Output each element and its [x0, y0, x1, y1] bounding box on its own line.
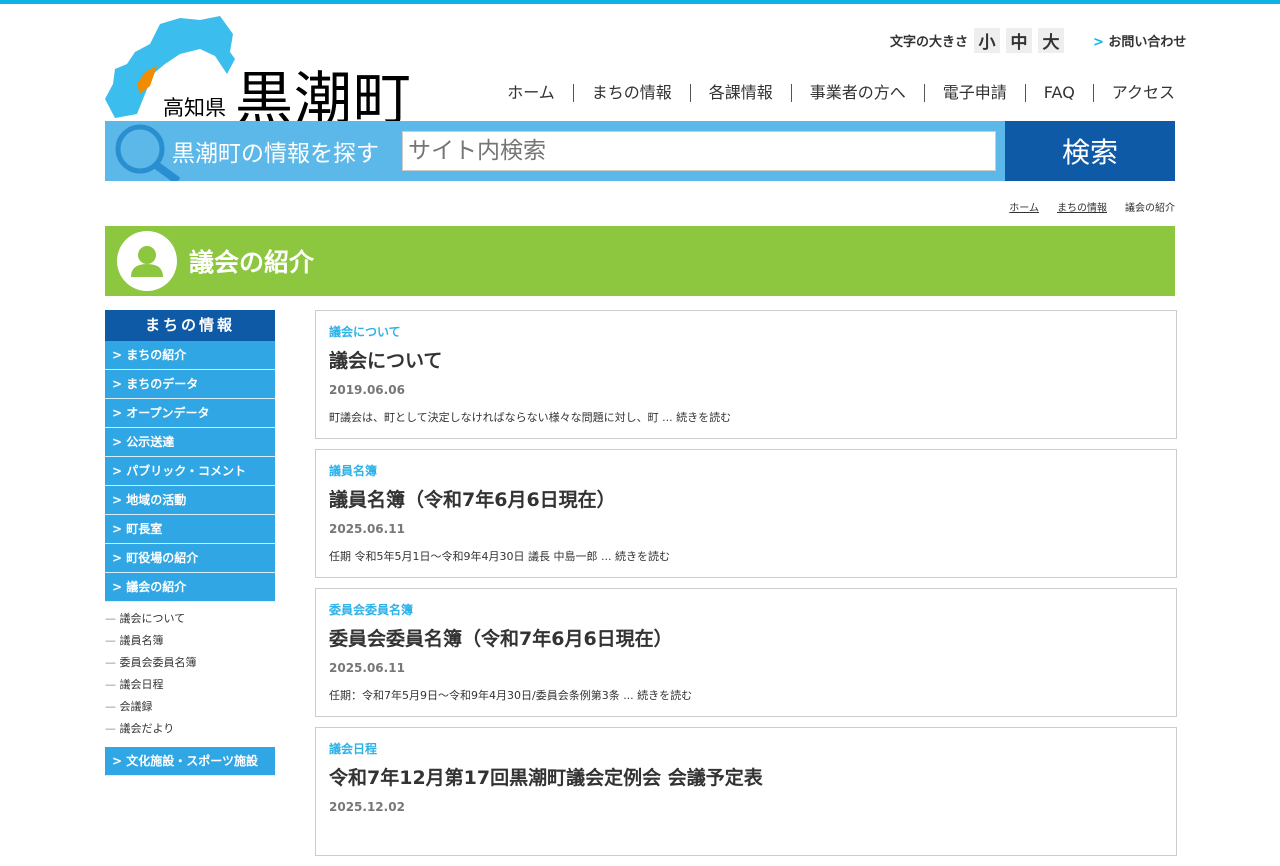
sidebar-item[interactable]: > 公示送達 — [105, 428, 275, 457]
contact-link[interactable]: > お問い合わせ — [1093, 31, 1186, 50]
post-excerpt[interactable]: 任期：令和7年5月9日～令和9年4月30日/委員会条例第3条 ... 続きを読む — [329, 687, 1163, 703]
post-title[interactable]: 令和7年12月第17回黒潮町議会定例会 会議予定表 — [329, 763, 1163, 790]
sidebar-item[interactable]: > 町役場の紹介 — [105, 544, 275, 573]
breadcrumb: ホーム まちの情報 議会の紹介 — [1009, 199, 1175, 214]
font-size-medium-button[interactable]: 中 — [1006, 28, 1033, 53]
search-button[interactable]: 検索 — [1005, 121, 1175, 181]
post-list: 議会について 議会について 2019.06.06 町議会は、町として決定しなけれ… — [315, 310, 1177, 866]
prefecture-name: 高知県 — [163, 96, 226, 120]
contact-label: お問い合わせ — [1108, 35, 1187, 50]
post-excerpt[interactable]: 任期 令和5年5月1日～令和9年4月30日 議長 中島一郎 ... 続きを読む — [329, 548, 1163, 564]
person-icon — [117, 231, 177, 291]
nav-business[interactable]: 事業者の方へ — [790, 84, 924, 102]
sidebar-subitem[interactable]: 議会だより — [105, 718, 275, 740]
breadcrumb-home[interactable]: ホーム — [1009, 199, 1039, 214]
page-title-banner: 議会の紹介 — [105, 226, 1175, 296]
nav-access[interactable]: アクセス — [1092, 84, 1175, 102]
post-category[interactable]: 議員名簿 — [329, 462, 1163, 479]
post-category[interactable]: 議会日程 — [329, 740, 1163, 757]
sidebar-subitem[interactable]: 議会日程 — [105, 674, 275, 696]
sidebar: まちの情報 > まちの紹介 > まちのデータ > オープンデータ > 公示送達 … — [105, 310, 275, 776]
sidebar-item[interactable]: > 文化施設・スポーツ施設 — [105, 747, 275, 776]
post-date: 2025.06.11 — [329, 661, 405, 675]
sidebar-item[interactable]: > 町長室 — [105, 515, 275, 544]
nav-e-application[interactable]: 電子申請 — [923, 84, 1025, 102]
font-size-switcher: 文字の大きさ 小 中 大 — [890, 28, 1065, 53]
nav-home[interactable]: ホーム — [489, 84, 573, 102]
post-category[interactable]: 委員会委員名簿 — [329, 601, 1163, 618]
post-card: 委員会委員名簿 委員会委員名簿（令和7年6月6日現在） 2025.06.11 任… — [315, 588, 1177, 717]
nav-faq[interactable]: FAQ — [1024, 84, 1093, 102]
sidebar-subitem[interactable]: 委員会委員名簿 — [105, 652, 275, 674]
font-size-small-button[interactable]: 小 — [974, 28, 1001, 53]
post-excerpt[interactable]: 町議会は、町として決定しなければならない様々な問題に対し、町 ... 続きを読む — [329, 409, 1163, 425]
search-bar: 黒潮町の情報を探す 検索 — [105, 121, 1175, 181]
sidebar-item-active[interactable]: > 議会の紹介 — [105, 573, 275, 602]
sidebar-subitem[interactable]: 議会について — [105, 608, 275, 630]
site-logo[interactable]: 高知県 黒潮町 — [105, 14, 415, 133]
post-card: 議員名簿 議員名簿（令和7年6月6日現在） 2025.06.11 任期 令和5年… — [315, 449, 1177, 578]
sidebar-item[interactable]: > まちのデータ — [105, 370, 275, 399]
post-date: 2019.06.06 — [329, 383, 405, 397]
post-date: 2025.12.02 — [329, 800, 405, 814]
post-category[interactable]: 議会について — [329, 323, 1163, 340]
sidebar-subitem[interactable]: 会議録 — [105, 696, 275, 718]
sidebar-heading: まちの情報 — [105, 310, 275, 341]
breadcrumb-town-info[interactable]: まちの情報 — [1057, 199, 1107, 214]
sidebar-subitem[interactable]: 議員名簿 — [105, 630, 275, 652]
nav-departments[interactable]: 各課情報 — [689, 84, 791, 102]
post-card: 議会について 議会について 2019.06.06 町議会は、町として決定しなけれ… — [315, 310, 1177, 439]
post-title[interactable]: 議員名簿（令和7年6月6日現在） — [329, 485, 1163, 512]
post-title[interactable]: 委員会委員名簿（令和7年6月6日現在） — [329, 624, 1163, 651]
breadcrumb-current: 議会の紹介 — [1125, 203, 1175, 214]
sidebar-item[interactable]: > オープンデータ — [105, 399, 275, 428]
font-size-label: 文字の大きさ — [890, 35, 969, 50]
post-title[interactable]: 議会について — [329, 346, 1163, 373]
font-size-large-button[interactable]: 大 — [1038, 28, 1065, 53]
sidebar-item[interactable]: > まちの紹介 — [105, 341, 275, 370]
post-date: 2025.06.11 — [329, 522, 405, 536]
magnifier-icon — [115, 124, 180, 181]
nav-town-info[interactable]: まちの情報 — [572, 84, 690, 102]
post-card: 議会日程 令和7年12月第17回黒潮町議会定例会 会議予定表 2025.12.0… — [315, 727, 1177, 856]
search-label: 黒潮町の情報を探す — [172, 141, 379, 167]
sidebar-item[interactable]: > 地域の活動 — [105, 486, 275, 515]
sidebar-item[interactable]: > パブリック・コメント — [105, 457, 275, 486]
search-input[interactable] — [402, 131, 996, 171]
main-nav: ホーム まちの情報 各課情報 事業者の方へ 電子申請 FAQ アクセス — [489, 84, 1175, 102]
page-title: 議会の紹介 — [189, 248, 315, 277]
chevron-right-icon: > — [1093, 35, 1109, 50]
